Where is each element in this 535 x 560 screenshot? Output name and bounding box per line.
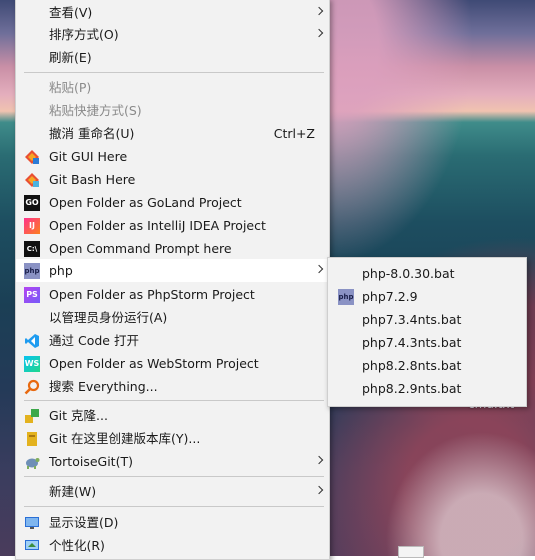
- submenu-item-php-8-2-8nts[interactable]: php8.2.8nts.bat: [328, 354, 526, 377]
- menu-item-webstorm[interactable]: WS Open Folder as WebStorm Project: [16, 352, 329, 375]
- intellij-idea-icon: IJ: [24, 218, 40, 234]
- submenu-item-php-8-0-30[interactable]: php-8.0.30.bat: [328, 262, 526, 285]
- menu-item-goland[interactable]: GO Open Folder as GoLand Project: [16, 191, 329, 214]
- menu-item-search-everything[interactable]: 搜索 Everything...: [16, 375, 329, 398]
- menu-item-new[interactable]: 新建(W): [16, 480, 329, 503]
- menu-separator: [24, 476, 324, 477]
- menu-separator: [24, 400, 324, 401]
- menu-item-refresh[interactable]: 刷新(E): [16, 46, 329, 69]
- menu-item-sort-by[interactable]: 排序方式(O): [16, 23, 329, 46]
- menu-item-php[interactable]: php php: [16, 259, 329, 282]
- menu-item-git-clone[interactable]: Git 克隆...: [16, 404, 329, 427]
- php-icon: php: [24, 263, 40, 279]
- desktop-file-icon[interactable]: [398, 546, 424, 558]
- chevron-right-icon: [314, 455, 324, 465]
- git-create-repo-icon: [24, 431, 40, 447]
- menu-item-git-gui[interactable]: Git GUI Here: [16, 145, 329, 168]
- menu-separator: [24, 506, 324, 507]
- chevron-right-icon: [314, 6, 324, 16]
- display-settings-icon: [24, 515, 40, 531]
- phpstorm-icon: PS: [24, 287, 40, 303]
- menu-item-git-create-repo[interactable]: Git 在这里创建版本库(Y)...: [16, 427, 329, 450]
- php-submenu: php-8.0.30.bat php php7.2.9 php7.3.4nts.…: [327, 257, 527, 407]
- menu-item-paste-shortcut[interactable]: 粘贴快捷方式(S): [16, 99, 329, 122]
- submenu-item-php-8-2-9nts[interactable]: php8.2.9nts.bat: [328, 377, 526, 400]
- php-icon: php: [338, 289, 354, 305]
- chevron-right-icon: [314, 264, 324, 274]
- menu-item-view[interactable]: 查看(V): [16, 1, 329, 24]
- context-menu: 查看(V) 排序方式(O) 刷新(E) 粘贴(P) 粘贴快捷方式(S) 撤消 重…: [15, 0, 330, 560]
- menu-item-tortoisegit[interactable]: TortoiseGit(T): [16, 450, 329, 473]
- menu-item-command-prompt[interactable]: C:\ Open Command Prompt here: [16, 237, 329, 260]
- git-clone-icon: [24, 408, 40, 424]
- menu-item-intellij-idea[interactable]: IJ Open Folder as IntelliJ IDEA Project: [16, 214, 329, 237]
- menu-item-display-settings[interactable]: 显示设置(D): [16, 511, 329, 534]
- menu-item-phpstorm[interactable]: PS Open Folder as PhpStorm Project: [16, 283, 329, 306]
- git-gui-icon: [24, 149, 40, 165]
- menu-item-run-as-admin[interactable]: 以管理员身份运行(A): [16, 306, 329, 329]
- menu-item-open-with-code[interactable]: 通过 Code 打开: [16, 329, 329, 352]
- tortoisegit-icon: [24, 454, 40, 470]
- submenu-item-php-7-3-4nts[interactable]: php7.3.4nts.bat: [328, 308, 526, 331]
- personalize-icon: [24, 538, 40, 554]
- everything-search-icon: [24, 379, 40, 395]
- command-prompt-icon: C:\: [24, 241, 40, 257]
- menu-separator: [24, 72, 324, 73]
- chevron-right-icon: [314, 485, 324, 495]
- goland-icon: GO: [24, 195, 40, 211]
- chevron-right-icon: [314, 28, 324, 38]
- webstorm-icon: WS: [24, 356, 40, 372]
- menu-item-paste[interactable]: 粘贴(P): [16, 76, 329, 99]
- git-bash-icon: [24, 172, 40, 188]
- menu-item-git-bash[interactable]: Git Bash Here: [16, 168, 329, 191]
- menu-item-undo-rename[interactable]: 撤消 重命名(U) Ctrl+Z: [16, 122, 329, 145]
- submenu-item-php-7-4-3nts[interactable]: php7.4.3nts.bat: [328, 331, 526, 354]
- menu-item-personalize[interactable]: 个性化(R): [16, 534, 329, 557]
- shortcut-text: Ctrl+Z: [273, 126, 315, 141]
- submenu-item-php-7-2-9[interactable]: php php7.2.9: [328, 285, 526, 308]
- vscode-icon: [24, 333, 40, 349]
